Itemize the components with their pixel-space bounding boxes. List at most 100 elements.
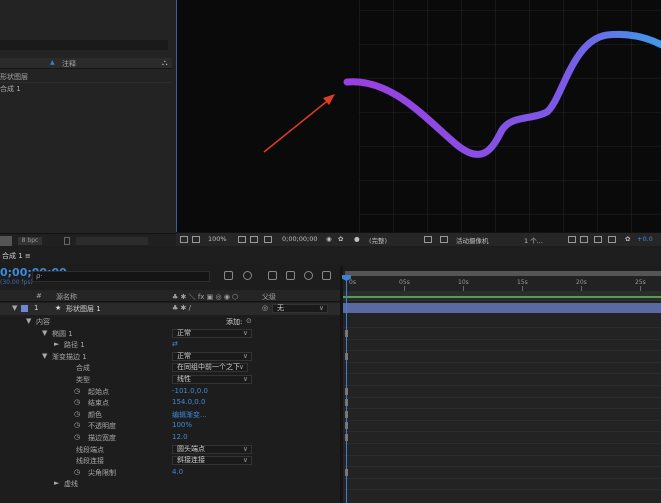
keyframe-marker[interactable] <box>345 352 348 360</box>
exposure-icon[interactable]: ✿ <box>625 235 630 243</box>
property-value[interactable]: 154.0,0.0 <box>172 398 205 406</box>
sort-arrow-icon[interactable]: ▲ <box>50 59 55 66</box>
preview-icon[interactable] <box>180 236 188 243</box>
property-row[interactable]: ◷ 描边宽度 12.0 <box>0 432 340 444</box>
layer-row[interactable]: ▼ 1 ★ 形状图层 1 ♣ ✱ / ◎ 无 ∨ <box>0 303 340 315</box>
shy-layers-icon[interactable] <box>268 271 277 280</box>
layer-duration-bar[interactable] <box>343 303 661 313</box>
property-value[interactable]: 编辑渐变... <box>172 410 207 420</box>
snapshot-icon[interactable]: ✿ <box>338 235 343 243</box>
property-row[interactable]: 类型 线性 ∨ <box>0 374 340 386</box>
pickwhip-icon[interactable]: ◎ <box>262 304 268 312</box>
project-item-comp[interactable]: 合成 1 <box>0 84 21 94</box>
work-area-bar[interactable] <box>343 291 661 301</box>
stopwatch-icon[interactable]: ◷ <box>74 421 80 429</box>
fast-preview-icon[interactable] <box>568 236 576 243</box>
property-row[interactable]: 线段端点 圆头端点 ∨ <box>0 444 340 456</box>
layer-switches[interactable]: ♣ ✱ / <box>172 304 191 312</box>
property-dropdown[interactable]: 斜接连接 ∨ <box>172 456 252 466</box>
label-color-swatch[interactable] <box>21 305 28 312</box>
work-area-range[interactable] <box>343 296 661 298</box>
resolution-dropdown[interactable]: (完整) <box>369 235 387 245</box>
project-item-shape-layer[interactable]: 形状图层 <box>0 72 28 82</box>
exposure-value[interactable]: +0.0 <box>637 235 653 243</box>
property-row[interactable]: ► 路径 1 ⇄ <box>0 339 340 351</box>
timeline-search-input[interactable]: ρ· <box>32 271 210 282</box>
keyframe-marker[interactable] <box>345 387 348 395</box>
keyframe-marker[interactable] <box>345 399 348 407</box>
keyframe-marker[interactable] <box>345 329 348 337</box>
mask-toggle-icon[interactable] <box>250 236 258 243</box>
composition-viewer[interactable] <box>176 0 661 232</box>
property-row[interactable]: ◷ 颜色 编辑渐变... <box>0 409 340 421</box>
camera-dropdown[interactable]: 活动摄像机 <box>456 235 489 245</box>
property-row[interactable]: ▼ 椭圆 1 正常 ∨ <box>0 328 340 340</box>
camera-icon[interactable]: ◉ <box>326 235 332 243</box>
layer-name[interactable]: 形状图层 1 <box>66 304 101 314</box>
property-value[interactable]: ⇄ <box>172 340 178 348</box>
property-value[interactable]: 100% <box>172 421 192 429</box>
keyframe-marker[interactable] <box>345 422 348 430</box>
comp-flow-icon[interactable] <box>224 271 233 280</box>
property-row[interactable]: ► 虚线 <box>0 478 340 490</box>
property-row[interactable]: ◷ 尖角限制 4.0 <box>0 467 340 479</box>
stopwatch-icon[interactable]: ◷ <box>74 410 80 418</box>
keyframe-marker[interactable] <box>345 434 348 441</box>
interpret-footage-icon[interactable] <box>0 236 12 246</box>
project-scrollbar[interactable] <box>76 237 148 245</box>
keyframe-marker[interactable] <box>345 468 348 476</box>
time-navigator[interactable] <box>345 271 661 276</box>
property-dropdown[interactable]: 正常 ∨ <box>172 351 252 361</box>
current-time-display[interactable]: 0;00;00;00 <box>282 235 318 243</box>
expand-arrow-icon[interactable]: ▼ <box>42 352 47 360</box>
expand-arrow-icon[interactable]: ▼ <box>12 304 17 312</box>
property-row[interactable]: 线段连接 斜接连接 ∨ <box>0 455 340 467</box>
add-menu-button[interactable]: 添加: <box>226 317 242 327</box>
monitor-icon[interactable] <box>192 236 200 243</box>
property-value[interactable]: 12.0 <box>172 433 188 441</box>
reset-exposure-icon[interactable] <box>608 236 616 243</box>
property-dropdown[interactable]: 圆头端点 ∨ <box>172 444 252 454</box>
property-dropdown[interactable]: 正常 ∨ <box>172 328 252 338</box>
expand-arrow-icon[interactable]: ▼ <box>42 329 47 337</box>
roi-icon[interactable] <box>424 236 432 243</box>
channel-icon[interactable]: ● <box>354 235 360 243</box>
keyframe-marker[interactable] <box>345 410 348 418</box>
property-row[interactable]: ◷ 不透明度 100% <box>0 420 340 432</box>
property-row[interactable]: ▼ 内容 添加: ⊙ <box>0 316 340 328</box>
motion-blur-icon[interactable] <box>304 271 313 280</box>
flowchart-icon[interactable]: ⛬ <box>162 58 168 68</box>
property-value[interactable]: 4.0 <box>172 468 183 476</box>
property-row[interactable]: ◷ 起始点 -101.0,0.0 <box>0 386 340 398</box>
transparency-grid-icon[interactable] <box>440 236 448 243</box>
grid-toggle-icon[interactable] <box>238 236 246 243</box>
property-row[interactable]: 合成 在同组中前一个之下 ∨ <box>0 362 340 374</box>
property-value[interactable]: -101.0,0.0 <box>172 387 208 395</box>
column-source-name[interactable]: 源名称 <box>56 292 77 302</box>
tab-comp-1[interactable]: 合成 1 ≡ <box>2 251 31 261</box>
stopwatch-icon[interactable]: ◷ <box>74 433 80 441</box>
graph-editor-icon[interactable] <box>322 271 331 280</box>
property-dropdown[interactable]: 在同组中前一个之下 ∨ <box>172 363 248 373</box>
parent-dropdown[interactable]: 无 ∨ <box>272 304 328 313</box>
expand-arrow-icon[interactable]: ► <box>54 340 59 348</box>
trash-icon[interactable] <box>64 237 70 245</box>
timeline-tracks[interactable] <box>343 301 661 503</box>
property-dropdown[interactable]: 线性 ∨ <box>172 375 252 384</box>
add-icon[interactable]: ⊙ <box>246 317 252 325</box>
bpc-button[interactable]: 8 bpc <box>18 237 42 245</box>
stopwatch-icon[interactable]: ◷ <box>74 387 80 395</box>
views-dropdown[interactable]: 1 个... <box>524 235 543 245</box>
stopwatch-icon[interactable]: ◷ <box>74 468 80 476</box>
frame-blending-icon[interactable] <box>286 271 295 280</box>
property-row[interactable]: ▼ 渐变描边 1 正常 ∨ <box>0 351 340 363</box>
column-parent[interactable]: 父级 <box>262 292 276 302</box>
comment-column[interactable]: 注释 <box>62 59 76 69</box>
property-row[interactable]: ◷ 结束点 154.0,0.0 <box>0 397 340 409</box>
time-ruler[interactable]: 0s 05s 10s 15s 20s 25s <box>343 271 661 291</box>
expand-arrow-icon[interactable]: ► <box>54 479 59 487</box>
stopwatch-icon[interactable]: ◷ <box>74 398 80 406</box>
expand-arrow-icon[interactable]: ▼ <box>26 317 31 325</box>
zoom-dropdown[interactable]: 100% <box>208 235 227 243</box>
region-icon[interactable] <box>264 236 272 243</box>
